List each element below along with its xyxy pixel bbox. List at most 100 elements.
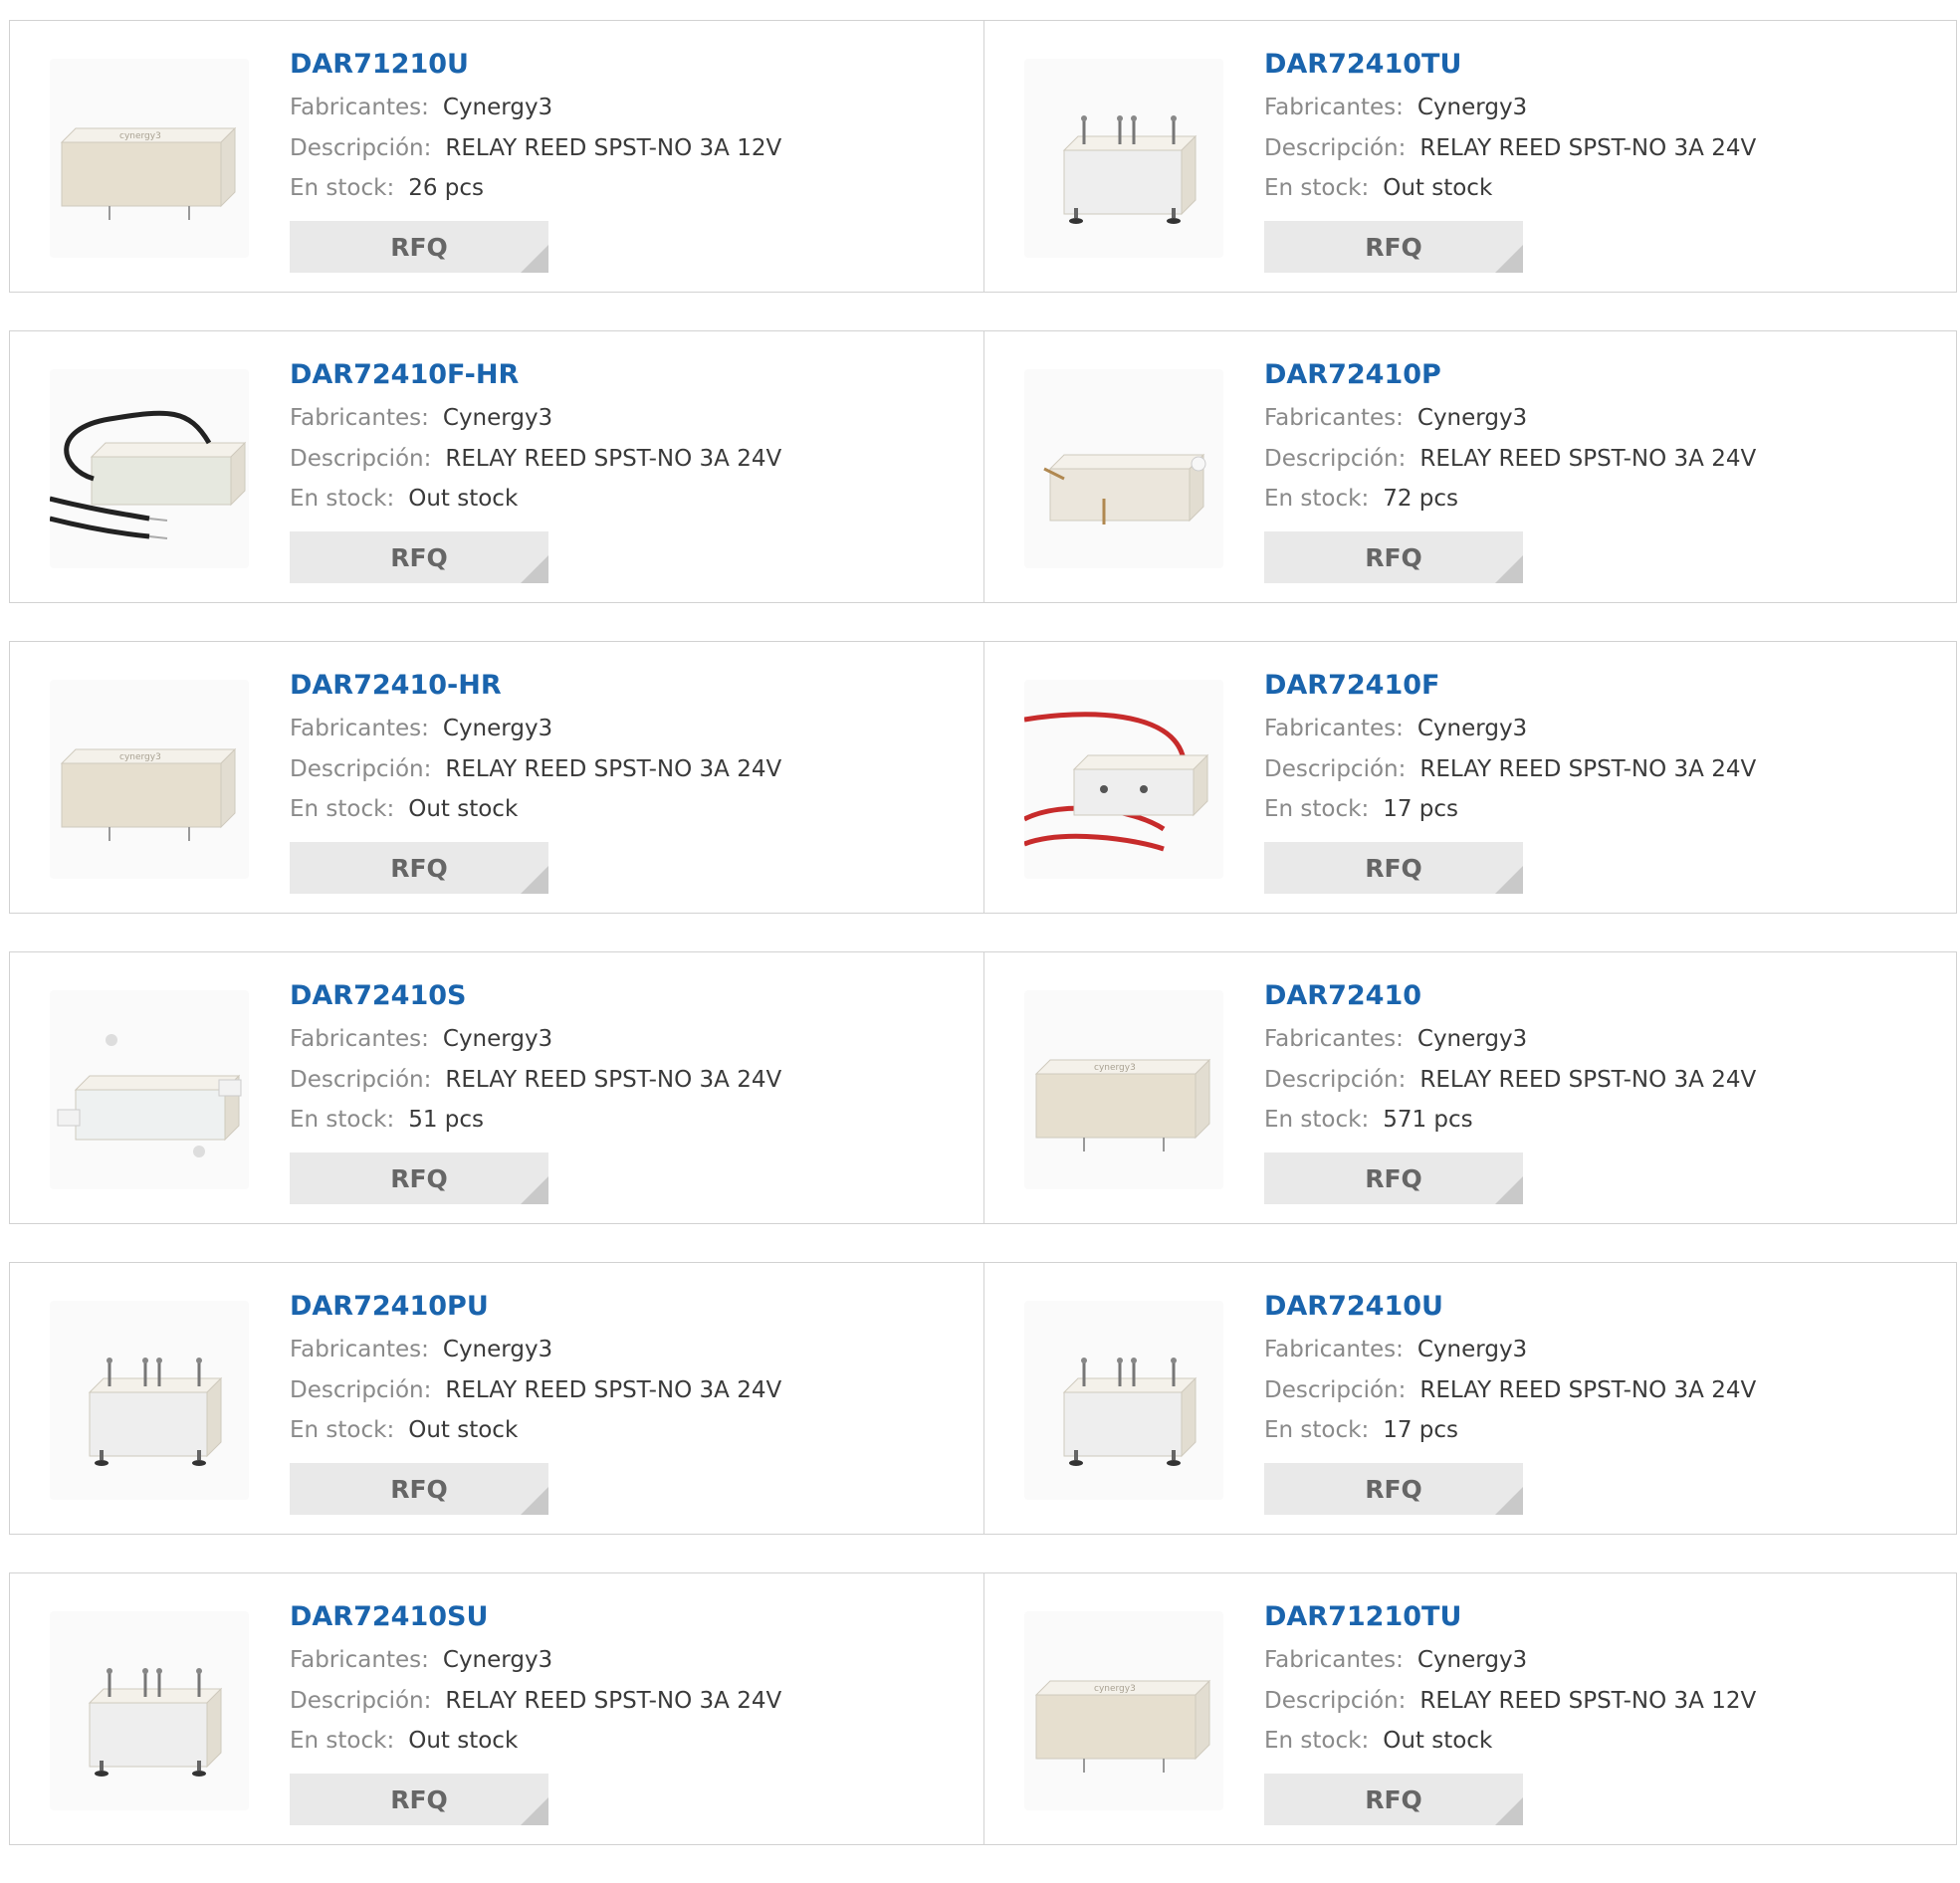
product-card: DAR72410SU Fabricantes: Cynergy3 Descripc… [10, 1573, 983, 1844]
description-label: Descripción: [290, 1066, 432, 1093]
rfq-button[interactable]: RFQ [290, 1463, 548, 1515]
manufacturer-value: Cynergy3 [442, 1647, 553, 1674]
manufacturer-value: Cynergy3 [1416, 1337, 1528, 1363]
relay-illustration [88, 1358, 223, 1466]
rfq-button[interactable]: RFQ [1264, 1152, 1523, 1204]
relay-illustration: cynergy3 [1034, 1058, 1211, 1151]
part-number-link[interactable]: DAR72410U [1264, 1291, 1921, 1322]
product-image[interactable] [1024, 59, 1223, 258]
rfq-button[interactable]: RFQ [1264, 1463, 1523, 1515]
corner-triangle-icon [1495, 1797, 1523, 1825]
manufacturer-label: Fabricantes: [290, 405, 429, 432]
part-number-link[interactable]: DAR72410TU [1264, 49, 1921, 80]
product-image[interactable] [50, 1611, 249, 1810]
product-image[interactable] [1024, 369, 1223, 568]
corner-triangle-icon [521, 866, 548, 894]
corner-triangle-icon [1495, 555, 1523, 583]
description-value: RELAY REED SPST-NO 3A 24V [445, 1066, 782, 1093]
corner-triangle-icon [521, 245, 548, 273]
product-list: cynergy3 DAR71210U Fabricantes: Cynergy3 … [9, 20, 1957, 1883]
description-value: RELAY REED SPST-NO 3A 24V [445, 445, 782, 472]
description-label: Descripción: [290, 445, 432, 472]
part-number-link[interactable]: DAR71210U [290, 49, 947, 80]
product-image[interactable]: cynergy3 [1024, 990, 1223, 1189]
relay-illustration: cynergy3 [1034, 1679, 1211, 1773]
product-row: DAR72410PU Fabricantes: Cynergy3 Descripc… [9, 1262, 1957, 1535]
description-value: RELAY REED SPST-NO 3A 24V [445, 755, 782, 782]
manufacturer-label: Fabricantes: [1264, 95, 1404, 121]
description-value: RELAY REED SPST-NO 3A 24V [445, 1376, 782, 1403]
rfq-label: RFQ [1365, 1474, 1422, 1504]
product-card: DAR72410F-HR Fabricantes: Cynergy3 Descri… [10, 331, 983, 602]
part-number-link[interactable]: DAR72410F-HR [290, 359, 947, 390]
manufacturer-value: Cynergy3 [442, 1026, 553, 1053]
stock-label: En stock: [1264, 796, 1370, 823]
product-row: cynergy3 DAR71210U Fabricantes: Cynergy3 … [9, 20, 1957, 293]
product-image[interactable]: cynergy3 [50, 59, 249, 258]
part-number-link[interactable]: DAR72410PU [290, 1291, 947, 1322]
manufacturer-label: Fabricantes: [290, 716, 429, 742]
rfq-button[interactable]: RFQ [290, 1774, 548, 1825]
stock-value: 17 pcs [1383, 796, 1459, 823]
product-image[interactable] [1024, 680, 1223, 879]
manufacturer-value: Cynergy3 [1416, 405, 1528, 432]
description-value: RELAY REED SPST-NO 3A 24V [1419, 1066, 1757, 1093]
part-number-link[interactable]: DAR72410SU [290, 1601, 947, 1632]
manufacturer-value: Cynergy3 [1416, 95, 1528, 121]
description-value: RELAY REED SPST-NO 3A 24V [1419, 134, 1757, 161]
rfq-label: RFQ [1365, 1163, 1422, 1193]
rfq-button[interactable]: RFQ [290, 842, 548, 894]
product-row: DAR72410SU Fabricantes: Cynergy3 Descripc… [9, 1572, 1957, 1845]
product-image[interactable] [1024, 1301, 1223, 1500]
stock-value: Out stock [408, 1417, 519, 1444]
rfq-button[interactable]: RFQ [1264, 221, 1523, 273]
part-number-link[interactable]: DAR72410P [1264, 359, 1921, 390]
relay-illustration [50, 410, 247, 539]
rfq-button[interactable]: RFQ [290, 221, 548, 273]
corner-triangle-icon [521, 1176, 548, 1204]
product-image[interactable] [50, 369, 249, 568]
rfq-label: RFQ [390, 1784, 448, 1814]
rfq-button[interactable]: RFQ [290, 1152, 548, 1204]
relay-illustration [1024, 712, 1209, 852]
relay-illustration [1062, 1358, 1198, 1466]
product-image[interactable] [50, 990, 249, 1189]
stock-label: En stock: [290, 1107, 395, 1134]
product-card: DAR72410S Fabricantes: Cynergy3 Descripci… [10, 952, 983, 1223]
part-number-link[interactable]: DAR72410-HR [290, 670, 947, 701]
rfq-label: RFQ [1365, 232, 1422, 262]
rfq-button[interactable]: RFQ [1264, 531, 1523, 583]
part-number-link[interactable]: DAR72410S [290, 980, 947, 1011]
rfq-label: RFQ [1365, 853, 1422, 883]
manufacturer-value: Cynergy3 [1416, 1026, 1528, 1053]
part-number-link[interactable]: DAR71210TU [1264, 1601, 1921, 1632]
manufacturer-label: Fabricantes: [1264, 405, 1404, 432]
description-value: RELAY REED SPST-NO 3A 12V [1419, 1687, 1757, 1714]
rfq-button[interactable]: RFQ [1264, 1774, 1523, 1825]
stock-value: 17 pcs [1383, 1417, 1459, 1444]
part-number-link[interactable]: DAR72410F [1264, 670, 1921, 701]
product-card: cynergy3 DAR72410-HR Fabricantes: Cynergy… [10, 642, 983, 913]
manufacturer-label: Fabricantes: [290, 1337, 429, 1363]
part-number-link[interactable]: DAR72410 [1264, 980, 1921, 1011]
corner-triangle-icon [521, 1797, 548, 1825]
rfq-button[interactable]: RFQ [290, 531, 548, 583]
corner-triangle-icon [1495, 866, 1523, 894]
stock-label: En stock: [290, 1728, 395, 1755]
stock-label: En stock: [290, 486, 395, 513]
rfq-button[interactable]: RFQ [1264, 842, 1523, 894]
product-card: cynergy3 DAR71210U Fabricantes: Cynergy3 … [10, 21, 983, 292]
stock-label: En stock: [290, 1417, 395, 1444]
rfq-label: RFQ [1365, 542, 1422, 572]
product-image[interactable]: cynergy3 [50, 680, 249, 879]
stock-value: Out stock [1383, 1728, 1493, 1755]
product-image[interactable] [50, 1301, 249, 1500]
manufacturer-label: Fabricantes: [1264, 1647, 1404, 1674]
description-value: RELAY REED SPST-NO 3A 24V [1419, 1376, 1757, 1403]
product-row: cynergy3 DAR72410-HR Fabricantes: Cynergy… [9, 641, 1957, 914]
product-image[interactable]: cynergy3 [1024, 1611, 1223, 1810]
corner-triangle-icon [1495, 1487, 1523, 1515]
description-value: RELAY REED SPST-NO 3A 12V [445, 134, 782, 161]
description-label: Descripción: [1264, 1066, 1407, 1093]
svg-text:cynergy3: cynergy3 [119, 752, 161, 762]
